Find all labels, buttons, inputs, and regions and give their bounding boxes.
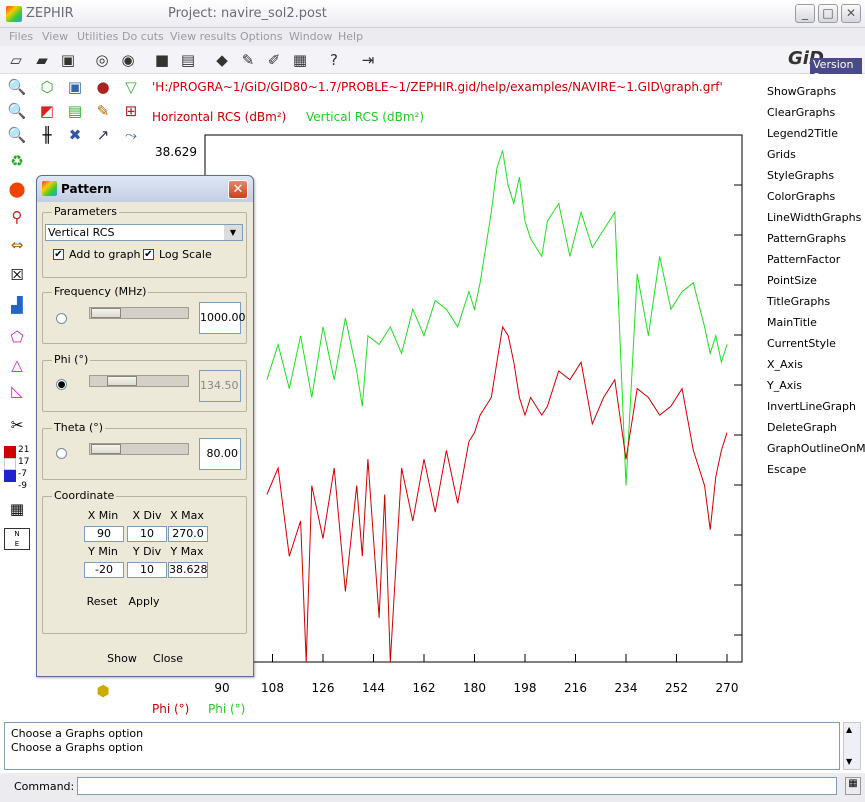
x-min-header: X Min — [87, 509, 119, 522]
x-tick-label: 234 — [615, 681, 638, 695]
command-item[interactable]: ColorGraphs — [767, 190, 835, 203]
command-item[interactable]: ClearGraphs — [767, 106, 835, 119]
command-item[interactable]: PatternFactor — [767, 253, 840, 266]
frequency-slider-thumb[interactable] — [91, 308, 121, 318]
scroll-up-icon[interactable]: ▲ — [846, 725, 852, 734]
x-tick-label: 198 — [514, 681, 537, 695]
x-div-header: X Div — [132, 509, 162, 522]
x-tick-label: 180 — [463, 681, 486, 695]
parameters-group — [42, 212, 247, 278]
phi-slider-thumb[interactable] — [107, 376, 137, 386]
phi-radio[interactable]: ● — [56, 379, 67, 390]
log-scale-checkbox[interactable]: ✔ — [143, 249, 154, 260]
dialog-close-button[interactable]: ✕ — [228, 180, 248, 199]
phi-slider[interactable] — [89, 375, 189, 387]
dialog-icon — [42, 181, 57, 196]
dialog-title: Pattern — [61, 182, 112, 196]
y-div-header: Y Div — [132, 545, 162, 558]
command-item[interactable]: DeleteGraph — [767, 421, 837, 434]
x-max-header: X Max — [170, 509, 204, 522]
command-item[interactable]: Y_Axis — [767, 379, 802, 392]
horizontal-rcs-line — [266, 325, 728, 663]
coordinate-label: Coordinate — [52, 489, 117, 502]
reset-button[interactable]: Reset — [85, 592, 119, 612]
command-item[interactable]: MainTitle — [767, 316, 817, 329]
grip-icon[interactable]: ▦ — [845, 777, 861, 795]
x-div-input[interactable]: 10 — [127, 526, 167, 542]
add-to-graph-checkbox[interactable]: ✔ — [53, 249, 64, 260]
x-tick-label: 252 — [665, 681, 688, 695]
x-tick-label: 126 — [312, 681, 335, 695]
parameters-label: Parameters — [52, 205, 119, 218]
x-min-input[interactable]: 90 — [84, 526, 124, 542]
command-item[interactable]: GraphOutlineOnMod — [767, 442, 865, 455]
command-item[interactable]: PointSize — [767, 274, 817, 287]
close-dialog-button[interactable]: Close — [149, 649, 187, 669]
vertical-rcs-line — [266, 150, 728, 486]
message-scrollbar[interactable]: ▲ ▼ — [843, 722, 861, 770]
y-max-input[interactable]: 38.6287 — [168, 562, 208, 578]
command-item[interactable]: CurrentStyle — [767, 337, 836, 350]
x-max-input[interactable]: 270.0 — [168, 526, 208, 542]
command-item[interactable]: ShowGraphs — [767, 85, 836, 98]
show-button[interactable]: Show — [103, 649, 141, 669]
x-tick-label: 90 — [214, 681, 229, 695]
x-tick-label: 162 — [413, 681, 436, 695]
theta-slider-thumb[interactable] — [91, 444, 121, 454]
log-scale-label: Log Scale — [159, 248, 212, 261]
command-item[interactable]: LineWidthGraphs — [767, 211, 861, 224]
command-item[interactable]: StyleGraphs — [767, 169, 834, 182]
phi-label: Phi (°) — [52, 353, 91, 366]
x-tick-label: 216 — [564, 681, 587, 695]
parameter-select[interactable]: Vertical RCS — [45, 224, 243, 241]
command-item[interactable]: X_Axis — [767, 358, 803, 371]
message-line: Choose a Graphs option — [11, 727, 144, 740]
y-div-input[interactable]: 10 — [127, 562, 167, 578]
pattern-dialog: Pattern ✕ Parameters Vertical RCS ▼ ✔ Ad… — [36, 175, 254, 677]
theta-radio[interactable] — [56, 448, 67, 459]
scroll-down-icon[interactable]: ▼ — [846, 757, 852, 766]
theta-label: Theta (°) — [52, 421, 106, 434]
x-tick-label: 270 — [716, 681, 739, 695]
command-item[interactable]: Grids — [767, 148, 796, 161]
command-label: Command: — [14, 780, 75, 793]
frequency-label: Frequency (MHz) — [52, 285, 149, 298]
frequency-radio[interactable] — [56, 313, 67, 324]
add-to-graph-label: Add to graph — [69, 248, 141, 261]
command-item[interactable]: PatternGraphs — [767, 232, 846, 245]
theta-value[interactable]: 80.00 — [199, 438, 241, 470]
command-item[interactable]: InvertLineGraph — [767, 400, 856, 413]
y-min-header: Y Min — [88, 545, 118, 558]
y-max-header: Y Max — [170, 545, 204, 558]
message-line: Choose a Graphs option — [11, 741, 144, 754]
y-min-input[interactable]: -20 — [84, 562, 124, 578]
x-tick-label: 108 — [261, 681, 284, 695]
apply-button[interactable]: Apply — [127, 592, 161, 612]
command-item[interactable]: Legend2Title — [767, 127, 838, 140]
command-input[interactable] — [77, 777, 837, 795]
plot-frame — [204, 134, 743, 663]
x-tick-label: 144 — [362, 681, 385, 695]
frequency-value[interactable]: 1000.00 — [199, 302, 246, 334]
command-item[interactable]: Escape — [767, 463, 806, 476]
command-item[interactable]: TitleGraphs — [767, 295, 830, 308]
chevron-down-icon[interactable]: ▼ — [224, 225, 242, 240]
phi-value: 134.50 — [199, 370, 241, 402]
